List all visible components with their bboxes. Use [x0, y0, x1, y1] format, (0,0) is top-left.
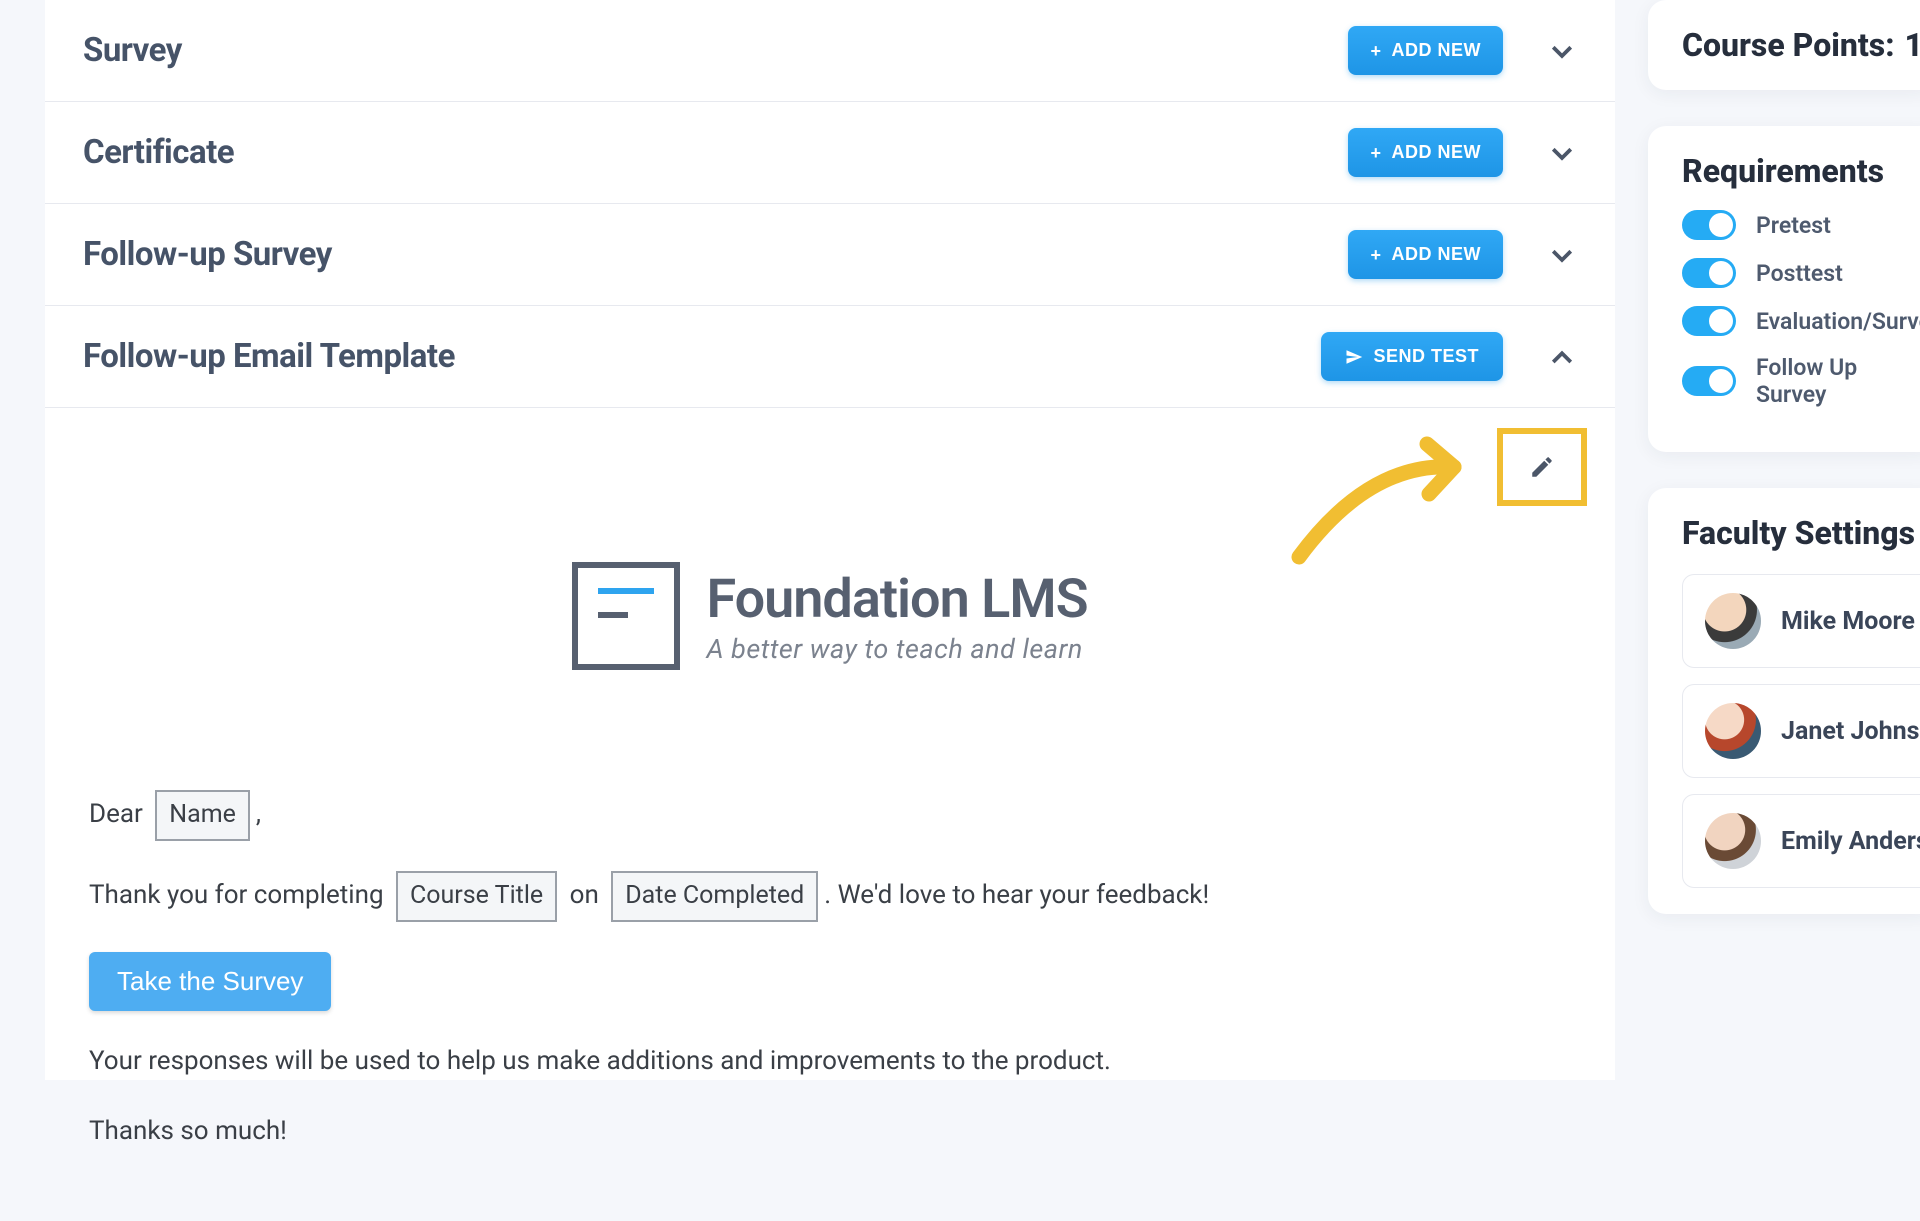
requirement-label: Follow Up Survey: [1756, 354, 1920, 408]
placeholder-course-title[interactable]: Course Title: [396, 871, 557, 922]
faculty-settings-title: Faculty Settings: [1682, 514, 1920, 552]
section-title-followup-survey: Follow-up Survey: [83, 235, 332, 274]
email-on: on: [570, 880, 599, 910]
chevron-down-icon: [1547, 240, 1577, 270]
send-test-label: SEND TEST: [1373, 346, 1479, 367]
toggle-pretest[interactable]: [1682, 210, 1736, 240]
add-new-label: ADD NEW: [1392, 244, 1482, 265]
toggle-followup-survey[interactable]: [1682, 366, 1736, 396]
email-logo: Foundation LMS A better way to teach and…: [83, 562, 1577, 670]
section-certificate: Certificate + ADD NEW: [45, 102, 1615, 204]
email-greeting-line: Dear Name,: [89, 790, 1571, 841]
section-title-followup-email: Follow-up Email Template: [83, 337, 455, 376]
pencil-icon: [1529, 454, 1555, 480]
add-new-button-followup-survey[interactable]: + ADD NEW: [1348, 230, 1503, 279]
email-thank-post: . We'd love to hear your feedback!: [824, 880, 1209, 910]
requirements-title: Requirements: [1682, 152, 1920, 190]
requirement-pretest: Pretest: [1682, 210, 1920, 240]
requirement-followup-survey: Follow Up Survey: [1682, 354, 1920, 408]
avatar: [1705, 593, 1761, 649]
section-actions: + ADD NEW: [1348, 230, 1577, 279]
section-title-certificate: Certificate: [83, 133, 234, 172]
requirement-posttest: Posttest: [1682, 258, 1920, 288]
faculty-name: Janet Johnson: [1781, 717, 1920, 746]
section-followup-survey: Follow-up Survey + ADD NEW: [45, 204, 1615, 306]
email-responses-line: Your responses will be used to help us m…: [89, 1041, 1571, 1081]
section-actions: SEND TEST: [1321, 332, 1577, 381]
expand-toggle-certificate[interactable]: [1547, 138, 1577, 168]
section-actions: + ADD NEW: [1348, 26, 1577, 75]
expand-toggle-followup-survey[interactable]: [1547, 240, 1577, 270]
course-points-row: Course Points: 10: [1682, 26, 1920, 64]
expand-toggle-survey[interactable]: [1547, 36, 1577, 66]
faculty-settings-card: Faculty Settings Mike Moore Janet Johnso…: [1648, 488, 1920, 914]
requirement-label: Pretest: [1756, 212, 1831, 239]
avatar: [1705, 703, 1761, 759]
send-test-button[interactable]: SEND TEST: [1321, 332, 1503, 381]
chevron-up-icon: [1547, 342, 1577, 372]
chevron-down-icon: [1547, 138, 1577, 168]
add-new-label: ADD NEW: [1392, 40, 1482, 61]
email-thanks-line: Thanks so much!: [89, 1111, 1571, 1151]
plus-icon: +: [1370, 144, 1381, 162]
requirement-evaluation: Evaluation/Survey: [1682, 306, 1920, 336]
avatar: [1705, 813, 1761, 869]
add-new-button-survey[interactable]: + ADD NEW: [1348, 26, 1503, 75]
faculty-item[interactable]: Janet Johnson: [1682, 684, 1920, 778]
email-body: Dear Name, Thank you for completing Cour…: [83, 790, 1577, 1151]
logo-text: Foundation LMS A better way to teach and…: [706, 568, 1087, 665]
course-points-value: 10: [1905, 26, 1920, 64]
paper-plane-icon: [1345, 348, 1363, 366]
course-points-card: Course Points: 10: [1648, 0, 1920, 90]
toggle-evaluation[interactable]: [1682, 306, 1736, 336]
edit-template-button[interactable]: [1497, 428, 1587, 506]
take-survey-button[interactable]: Take the Survey: [89, 952, 331, 1011]
section-followup-email: Follow-up Email Template SEND TEST: [45, 306, 1615, 408]
email-thankyou-line: Thank you for completing Course Title on…: [89, 871, 1571, 922]
plus-icon: +: [1370, 42, 1381, 60]
section-title-survey: Survey: [83, 31, 182, 70]
email-comma: ,: [256, 799, 261, 829]
logo-subtitle: A better way to teach and learn: [706, 633, 1087, 665]
collapse-toggle-followup-email[interactable]: [1547, 342, 1577, 372]
plus-icon: +: [1370, 246, 1381, 264]
logo-title: Foundation LMS: [706, 568, 1087, 631]
add-new-label: ADD NEW: [1392, 142, 1482, 163]
chevron-down-icon: [1547, 36, 1577, 66]
placeholder-name[interactable]: Name: [155, 790, 250, 841]
logo-mark-icon: [572, 562, 680, 670]
section-actions: + ADD NEW: [1348, 128, 1577, 177]
placeholder-date-completed[interactable]: Date Completed: [611, 871, 818, 922]
faculty-item[interactable]: Emily Anderson: [1682, 794, 1920, 888]
requirements-card: Requirements Pretest Posttest Evaluation…: [1648, 126, 1920, 452]
email-dear: Dear: [89, 799, 143, 829]
requirement-label: Evaluation/Survey: [1756, 308, 1920, 335]
section-survey: Survey + ADD NEW: [45, 0, 1615, 102]
faculty-name: Emily Anderson: [1781, 827, 1920, 856]
right-sidebar: Course Points: 10 Requirements Pretest P…: [1648, 0, 1920, 950]
email-thank-pre: Thank you for completing: [89, 880, 384, 910]
course-points-label: Course Points:: [1682, 26, 1895, 64]
email-template-panel: Foundation LMS A better way to teach and…: [45, 408, 1615, 1221]
main-content: Survey + ADD NEW Certificate + ADD NEW F…: [45, 0, 1615, 1080]
faculty-item[interactable]: Mike Moore: [1682, 574, 1920, 668]
requirement-label: Posttest: [1756, 260, 1843, 287]
add-new-button-certificate[interactable]: + ADD NEW: [1348, 128, 1503, 177]
faculty-name: Mike Moore: [1781, 607, 1915, 636]
toggle-posttest[interactable]: [1682, 258, 1736, 288]
annotation-arrow: [1279, 422, 1489, 572]
